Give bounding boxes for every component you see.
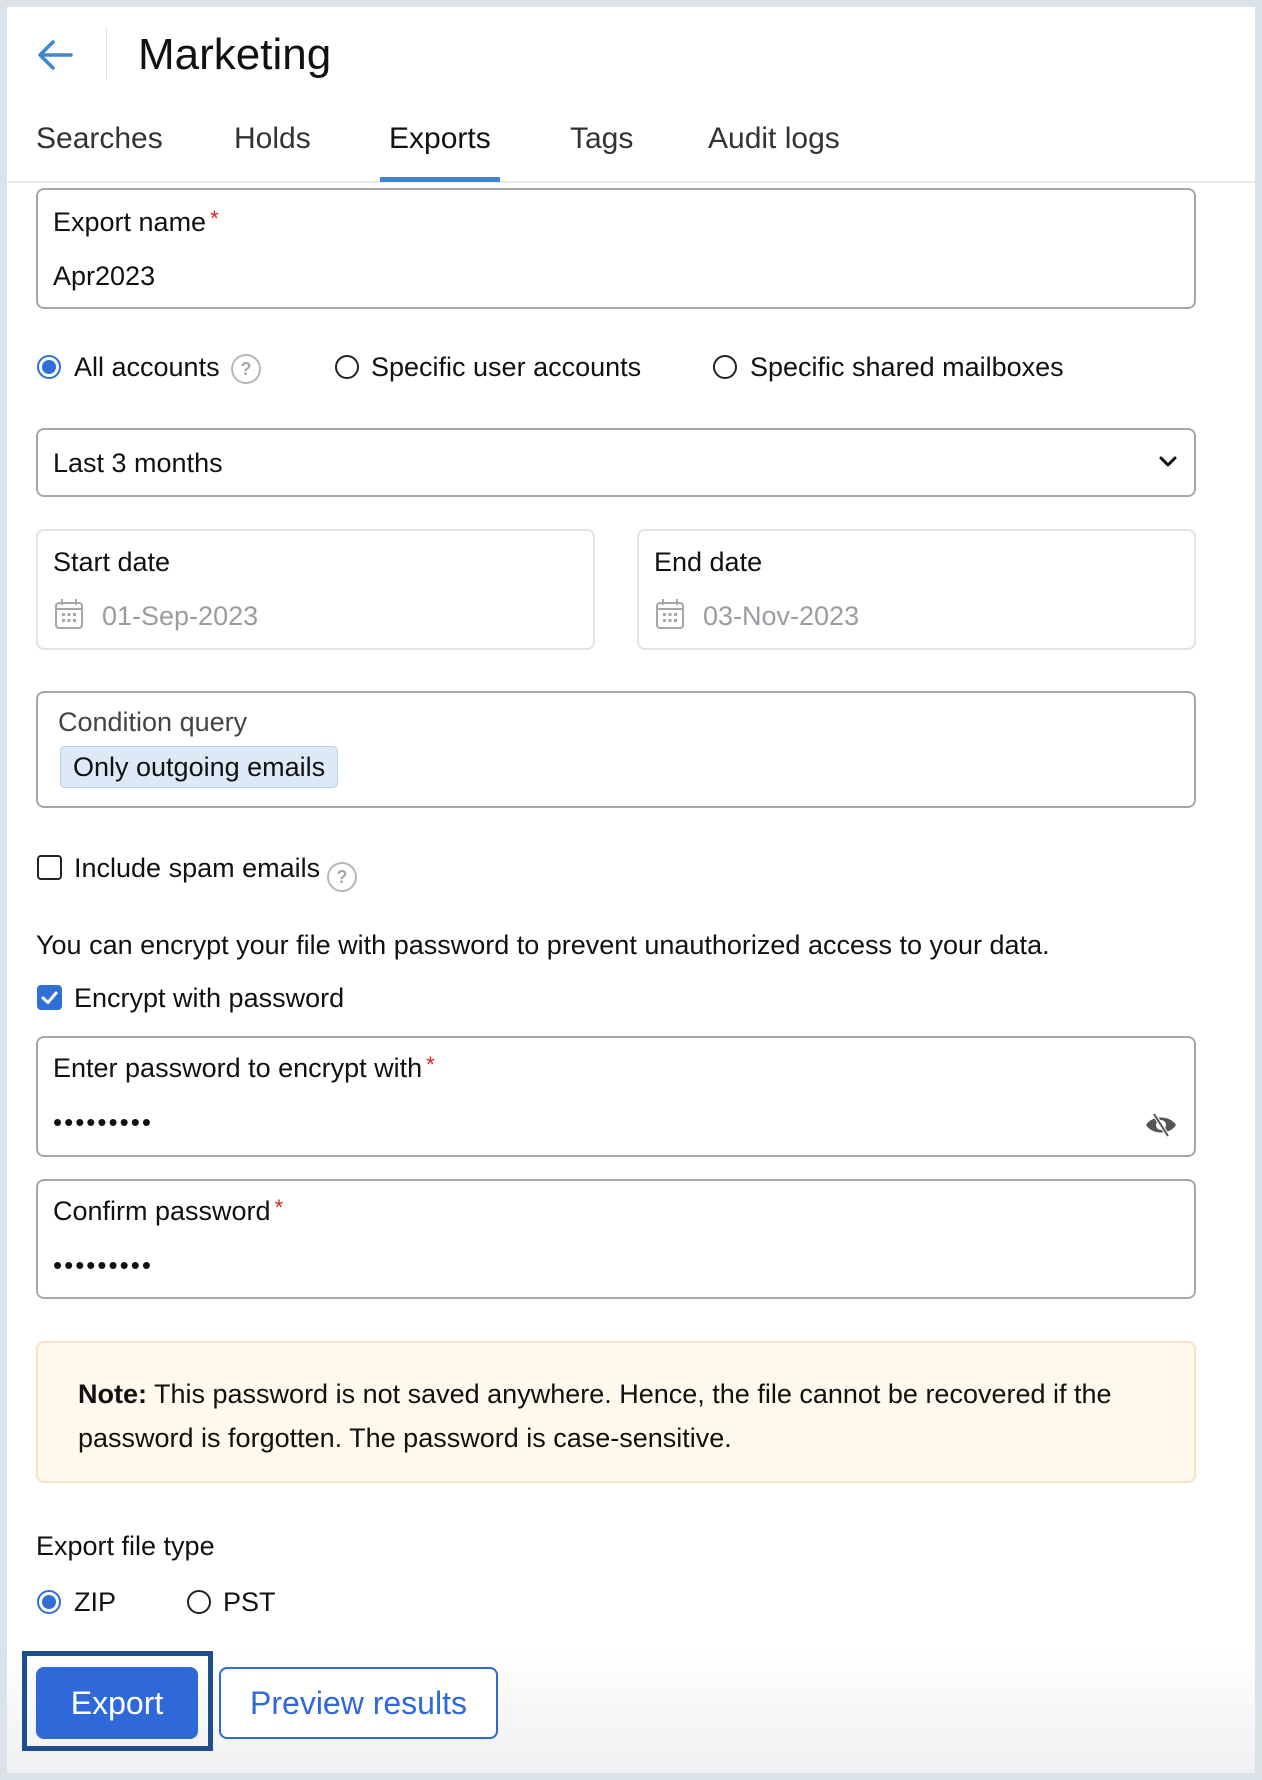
back-button[interactable] (35, 35, 75, 75)
active-tab-indicator (380, 177, 500, 182)
end-date-field[interactable]: End date 03-Nov-2023 (637, 529, 1196, 650)
tab-searches[interactable]: Searches (36, 117, 163, 161)
radio-pst[interactable] (187, 1590, 211, 1614)
checkmark-icon (41, 991, 58, 1004)
tab-bar: Searches Holds Exports Tags Audit logs (7, 117, 1255, 189)
export-name-label: Export name (53, 207, 207, 237)
help-icon[interactable]: ? (327, 862, 357, 892)
include-spam-label: Include spam emails (74, 853, 321, 883)
radio-all-accounts[interactable] (37, 355, 61, 379)
end-date-value: 03-Nov-2023 (703, 601, 860, 631)
page-title: Marketing (138, 30, 332, 79)
all-accounts-label: All accounts (74, 352, 220, 382)
calendar-icon (656, 599, 684, 629)
export-button[interactable]: Export (36, 1667, 198, 1739)
header-divider (106, 27, 107, 80)
specific-user-accounts-label: Specific user accounts (371, 352, 642, 382)
radio-specific-user-accounts[interactable] (335, 355, 359, 379)
note-text: This password is not saved anywhere. Hen… (78, 1379, 1112, 1453)
start-date-label: Start date (53, 547, 171, 577)
help-icon[interactable]: ? (231, 354, 261, 384)
tab-exports[interactable]: Exports (389, 117, 491, 161)
date-range-selected: Last 3 months (53, 448, 223, 478)
chevron-down-icon (1159, 456, 1177, 467)
note-bold-label: Note: (78, 1379, 147, 1409)
password-note: Note: This password is not saved anywher… (36, 1341, 1196, 1483)
date-range-dropdown[interactable]: Last 3 months (36, 428, 1196, 497)
tab-holds[interactable]: Holds (234, 117, 311, 161)
confirm-password-label: Confirm password (53, 1196, 271, 1226)
password-input[interactable]: ••••••••• (53, 1106, 153, 1138)
confirm-password-field[interactable]: Confirm password * ••••••••• (36, 1179, 1196, 1299)
export-name-input[interactable]: Apr2023 (53, 260, 155, 292)
required-marker: * (210, 206, 219, 231)
required-marker: * (274, 1195, 284, 1220)
eye-slash-icon[interactable] (1144, 1112, 1178, 1138)
required-marker: * (426, 1052, 435, 1077)
condition-query-field[interactable]: Condition query Only outgoing emails (36, 691, 1196, 808)
calendar-icon (55, 599, 83, 629)
confirm-password-input[interactable]: ••••••••• (53, 1249, 153, 1281)
specific-shared-mailboxes-label: Specific shared mailboxes (750, 352, 1064, 382)
radio-specific-shared-mailboxes[interactable] (713, 355, 737, 379)
start-date-field[interactable]: Start date 01-Sep-2023 (36, 529, 595, 650)
include-spam-checkbox[interactable] (37, 855, 62, 880)
export-panel: Marketing Searches Holds Exports Tags Au… (7, 7, 1255, 1773)
arrow-left-icon (38, 40, 73, 70)
encrypt-checkbox[interactable] (37, 985, 62, 1010)
zip-label: ZIP (74, 1587, 117, 1617)
start-date-value: 01-Sep-2023 (102, 601, 259, 631)
radio-zip[interactable] (37, 1590, 61, 1614)
end-date-label: End date (654, 547, 763, 577)
tab-audit-logs[interactable]: Audit logs (708, 117, 840, 161)
export-name-field[interactable]: Export name * Apr2023 (36, 188, 1196, 309)
encrypt-label: Encrypt with password (74, 983, 345, 1013)
password-label: Enter password to encrypt with (53, 1053, 423, 1083)
tab-divider (7, 181, 1255, 183)
preview-results-button[interactable]: Preview results (219, 1667, 498, 1739)
condition-query-label: Condition query (58, 707, 248, 737)
condition-chip[interactable]: Only outgoing emails (60, 746, 339, 788)
pst-label: PST (223, 1587, 276, 1617)
tab-tags[interactable]: Tags (570, 117, 633, 161)
encrypt-info-text: You can encrypt your file with password … (36, 930, 1050, 960)
file-type-label: Export file type (36, 1531, 215, 1561)
password-field[interactable]: Enter password to encrypt with * ••••••••… (36, 1036, 1196, 1157)
